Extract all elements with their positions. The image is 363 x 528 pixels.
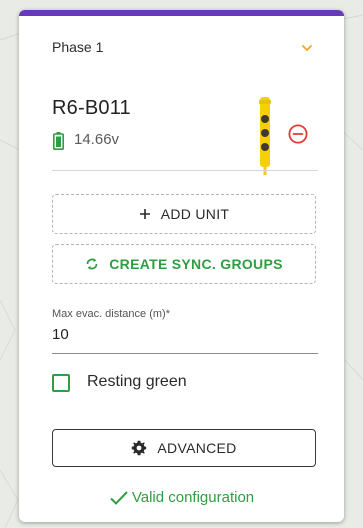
- phase-header[interactable]: Phase 1: [19, 16, 344, 72]
- evac-distance-label: Max evac. distance (m)*: [52, 308, 170, 320]
- unit-name: R6-B011: [52, 97, 131, 119]
- add-unit-button[interactable]: ADD UNIT: [52, 194, 316, 234]
- phase-title: Phase 1: [52, 39, 104, 55]
- battery-full-icon: [53, 132, 64, 150]
- evac-distance-input[interactable]: [52, 326, 316, 343]
- evac-distance-underline: [52, 353, 318, 354]
- create-sync-groups-label: CREATE SYNC. GROUPS: [109, 256, 283, 272]
- config-status: Valid configuration: [19, 489, 344, 506]
- chevron-down-icon[interactable]: [301, 41, 313, 53]
- config-status-text: Valid configuration: [131, 489, 255, 506]
- resting-green-checkbox[interactable]: [52, 374, 70, 392]
- traffic-light-icon: [254, 97, 276, 175]
- add-unit-label: ADD UNIT: [160, 206, 230, 222]
- phase-panel: Phase 1 R6-B011 14.66v ADD UNIT CREATE S…: [19, 10, 344, 522]
- unit-voltage: 14.66v: [74, 131, 120, 148]
- advanced-label: ADVANCED: [157, 440, 237, 456]
- unit-divider: [52, 170, 318, 171]
- sync-icon: [85, 257, 99, 271]
- plus-icon: [139, 208, 151, 220]
- resting-green-label[interactable]: Resting green: [87, 373, 187, 391]
- remove-circle-icon[interactable]: [287, 123, 309, 145]
- create-sync-groups-button[interactable]: CREATE SYNC. GROUPS: [52, 244, 316, 284]
- check-icon: [109, 490, 129, 506]
- gear-icon: [131, 440, 147, 456]
- advanced-button[interactable]: ADVANCED: [52, 429, 316, 467]
